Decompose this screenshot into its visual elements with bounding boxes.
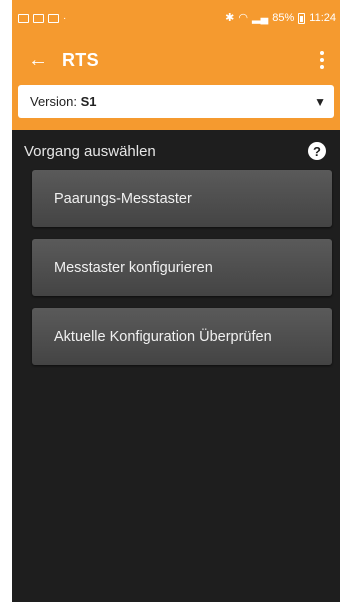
image-icon xyxy=(48,13,59,23)
clock: 11:24 xyxy=(309,12,336,24)
signal-icon: ▂▄ xyxy=(251,11,269,24)
action-list: Paarungs-Messtaster Messtaster konfiguri… xyxy=(12,160,340,365)
version-dropdown[interactable]: Version: S1 ▼ xyxy=(18,85,334,118)
version-bar: Version: S1 ▼ xyxy=(12,84,340,130)
version-label: Version: xyxy=(30,94,81,109)
status-bar-right: ✱ ◠ ▂▄ 85% 11:24 xyxy=(225,12,336,24)
page-title: RTS xyxy=(62,49,99,70)
section-header: Vorgang auswählen ? xyxy=(12,130,340,160)
status-bar-left: · xyxy=(18,13,66,24)
configure-probe-button[interactable]: Messtaster konfigurieren xyxy=(32,239,332,296)
section-title: Vorgang auswählen xyxy=(24,142,156,160)
pair-probe-button[interactable]: Paarungs-Messtaster xyxy=(32,170,332,227)
check-configuration-button[interactable]: Aktuelle Konfiguration Überprüfen xyxy=(32,308,332,365)
wifi-icon: ◠ xyxy=(238,11,248,24)
dot-icon: · xyxy=(63,12,67,24)
gallery-icon xyxy=(18,13,29,23)
version-value: S1 xyxy=(80,94,97,109)
help-icon[interactable]: ? xyxy=(308,142,326,160)
status-bar: · ✱ ◠ ▂▄ 85% 11:24 xyxy=(12,0,340,36)
battery-percent: 85% xyxy=(272,12,295,24)
battery-icon xyxy=(298,12,306,24)
arrow-left-icon[interactable]: ← xyxy=(28,49,56,72)
app-bar: ← RTS xyxy=(12,36,340,84)
notification-icon xyxy=(33,13,44,23)
more-vert-icon[interactable] xyxy=(314,47,330,73)
app-screen: · ✱ ◠ ▂▄ 85% 11:24 ← RTS Version: S1 ▼ V… xyxy=(12,0,340,602)
chevron-down-icon: ▼ xyxy=(314,94,326,109)
bluetooth-icon: ✱ xyxy=(225,11,235,24)
version-text: Version: S1 xyxy=(30,94,97,109)
